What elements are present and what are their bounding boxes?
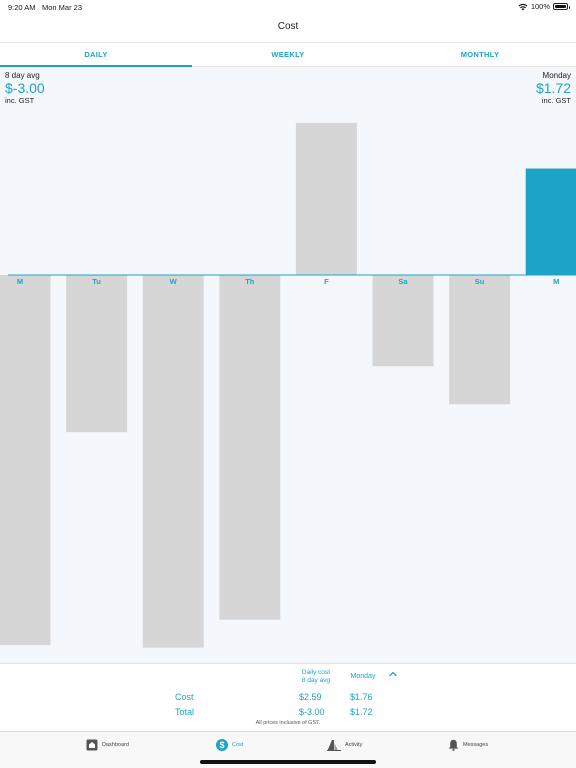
gst-disclaimer: All prices inclusive of GST. [255, 720, 321, 726]
average-value: $-3.00 [5, 80, 45, 96]
chart-bar-7[interactable] [525, 168, 576, 275]
total-row-average: $-3.00 [299, 707, 325, 717]
average-summary: 8 day avg $-3.00 inc. GST [5, 71, 45, 105]
chart-tick-label-3: Th [245, 277, 255, 286]
status-indicators: 100% [518, 2, 570, 11]
selected-day-summary: Monday $1.72 inc. GST [536, 71, 571, 105]
daily-cost-chart[interactable]: M Tu W Th F Sa Su M [0, 67, 576, 663]
chart-bar-5[interactable] [372, 275, 434, 367]
cost-row-label: Cost [175, 692, 194, 702]
chart-tick-label-5: Sa [398, 277, 408, 286]
chart-bar-2[interactable] [142, 275, 204, 648]
bell-icon [448, 739, 459, 751]
home-icon [86, 739, 98, 751]
period-tabs: DAILY WEEKLY MONTHLY [0, 42, 576, 67]
average-gst-note: inc. GST [5, 96, 35, 105]
chart-tick-label-7: M [553, 277, 559, 286]
chart-tick-label-4: F [324, 277, 329, 286]
tab-cost-label: Cost [232, 742, 244, 748]
dollar-icon: $ [216, 739, 228, 751]
tab-cost[interactable]: $ Cost [216, 739, 243, 751]
battery-icon [553, 3, 570, 10]
page-title: Cost [277, 21, 299, 32]
chart-tick-label-6: Su [475, 277, 485, 286]
chart-bar-4[interactable] [295, 122, 357, 276]
tab-messages[interactable]: Messages [448, 739, 488, 751]
average-header-line2: 8 day avg [301, 677, 331, 684]
tab-dashboard-label: Dashboard [102, 742, 129, 748]
tab-dashboard[interactable]: Dashboard [86, 739, 129, 751]
day-column-header: Monday [350, 673, 376, 680]
svg-text:$: $ [219, 740, 224, 750]
selected-day-label: Monday [542, 71, 571, 80]
average-header-line1: Daily cost [301, 669, 331, 676]
chart-tick-label-0: M [17, 277, 23, 286]
tab-activity[interactable]: Activity [327, 739, 362, 751]
battery-level [555, 5, 566, 8]
tab-messages-label: Messages [463, 742, 489, 748]
home-indicator [200, 760, 376, 764]
average-column-header: Daily cost 8 day avg [292, 669, 340, 685]
activity-icon [327, 740, 341, 751]
status-bar: 9:20 AM Mon Mar 23 100% [0, 0, 576, 14]
cost-row-day: $1.76 [350, 692, 373, 702]
tab-daily[interactable]: DAILY [0, 43, 192, 67]
chart-bar-6[interactable] [449, 275, 511, 405]
tab-monthly[interactable]: MONTHLY [384, 43, 576, 66]
status-date: Mon Mar 23 [42, 3, 83, 12]
cost-chart-area: M Tu W Th F Sa Su M 8 day avg $-3.00 inc. GST M… [0, 67, 576, 663]
cost-breakdown-panel: Daily cost 8 day avg Monday Cost $2.59 $… [0, 663, 576, 731]
status-time: 9:20 AM [8, 3, 36, 12]
wifi-icon [518, 3, 528, 10]
tab-weekly[interactable]: WEEKLY [192, 43, 384, 66]
cost-row-average: $2.59 [299, 692, 322, 702]
average-label: 8 day avg [5, 71, 40, 80]
chart-bar-3[interactable] [219, 275, 281, 620]
chart-tick-label-2: W [170, 277, 178, 286]
chevron-up-icon[interactable] [386, 669, 400, 679]
total-row-label: Total [175, 707, 195, 717]
total-row-day: $1.72 [350, 707, 373, 717]
selected-day-gst-note: inc. GST [541, 96, 571, 105]
chart-tick-label-1: Tu [92, 277, 101, 286]
tab-activity-label: Activity [345, 742, 363, 748]
battery-percent: 100% [530, 2, 550, 11]
chart-bar-0[interactable] [0, 275, 51, 646]
chart-bar-1[interactable] [66, 275, 128, 433]
selected-day-value: $1.72 [535, 80, 571, 96]
